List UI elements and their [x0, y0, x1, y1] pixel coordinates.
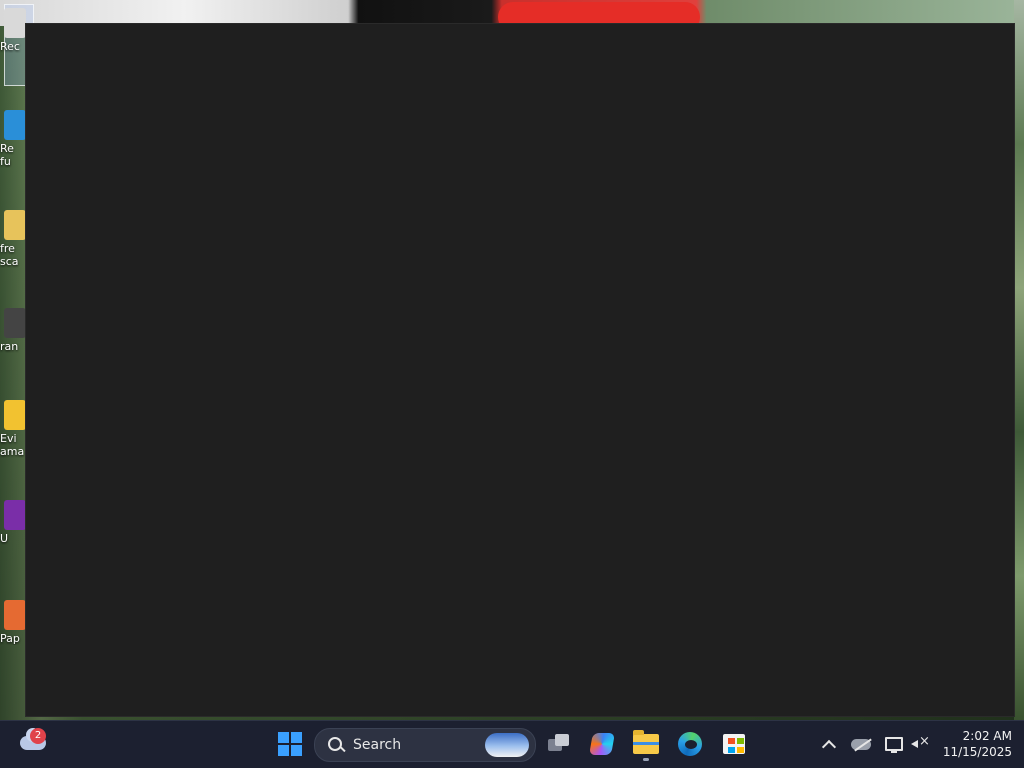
chevron-up-icon	[821, 739, 837, 754]
folder-icon	[633, 730, 659, 754]
edge-button[interactable]	[672, 726, 708, 762]
app-icon	[4, 600, 26, 630]
app-icon	[4, 500, 26, 530]
task-view-button[interactable]	[540, 726, 576, 762]
weather-widget[interactable]: 2	[16, 728, 50, 760]
cloud-off-icon	[851, 738, 871, 750]
notification-badge: 2	[30, 728, 46, 744]
recycle-bin-icon	[4, 8, 26, 38]
desktop-icon-7[interactable]: Pap	[0, 600, 28, 645]
shortcut-icon	[4, 110, 26, 140]
desktop-icon-4[interactable]: ran	[0, 308, 28, 353]
clock-time: 2:02 AM	[962, 729, 1012, 743]
active-indicator	[643, 758, 649, 761]
search-highlight-image	[485, 733, 529, 757]
file-icon	[4, 308, 26, 338]
clock[interactable]: 2:02 AM 11/15/2025	[938, 728, 1012, 762]
search-box[interactable]: Search	[314, 728, 536, 762]
network-monitor-icon	[885, 737, 903, 753]
desktop-icon-label: fre sca	[0, 242, 19, 268]
copilot-button[interactable]	[584, 726, 620, 762]
desktop-icon-label: U	[0, 532, 9, 545]
folder-icon	[4, 210, 26, 240]
desktop-icon-5[interactable]: Evi ama	[0, 400, 28, 458]
show-hidden-icons-button[interactable]	[818, 734, 840, 754]
desktop-icon-recycle-bin[interactable]: Rec	[0, 8, 28, 53]
clock-date: 11/15/2025	[942, 745, 1012, 759]
speaker-muted-icon	[910, 734, 930, 751]
desktop-icon-label: Rec	[0, 40, 20, 53]
network-tray-button[interactable]	[883, 734, 905, 754]
store-button[interactable]	[716, 726, 752, 762]
folder-icon	[4, 400, 26, 430]
wallpaper-right-edge	[1014, 0, 1024, 720]
desktop-icon-6[interactable]: U	[0, 500, 28, 545]
file-explorer-button[interactable]	[628, 726, 664, 762]
search-label: Search	[353, 737, 402, 753]
onedrive-tray-button[interactable]	[850, 734, 872, 754]
desktop-icon-2[interactable]: Re fu	[0, 110, 28, 168]
start-button[interactable]	[272, 726, 308, 762]
desktop-icon-label: Evi ama	[0, 432, 25, 458]
desktop-icon-label: ran	[0, 340, 19, 353]
search-icon	[325, 734, 347, 756]
edge-browser-icon	[678, 732, 702, 756]
volume-tray-button[interactable]	[908, 734, 930, 754]
desktop-icon-label: Pap	[0, 632, 20, 645]
store-icon	[723, 734, 745, 754]
desktop-icon-label: Re fu	[0, 142, 14, 168]
copilot-icon	[589, 733, 615, 755]
app-window[interactable]	[26, 24, 1014, 716]
desktop-icon-3[interactable]: fre sca	[0, 210, 28, 268]
windows-logo-icon	[278, 732, 302, 756]
